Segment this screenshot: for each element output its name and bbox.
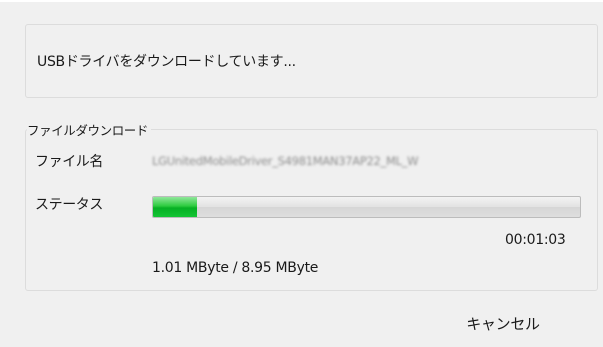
status-message: USBドライバをダウンロードしています... xyxy=(37,54,296,70)
download-progress-fill xyxy=(153,197,197,217)
download-progress-bar xyxy=(152,196,581,218)
cancel-button[interactable]: キャンセル xyxy=(430,306,576,340)
top-separator xyxy=(0,0,603,2)
file-name-value: LGUnitedMobileDriver_S4981MAN37AP22_ML_W xyxy=(152,154,419,168)
transfer-size: 1.01 MByte / 8.95 MByte xyxy=(152,260,319,276)
elapsed-time: 00:01:03 xyxy=(505,232,566,248)
file-name-label: ファイル名 xyxy=(35,154,103,170)
message-panel: USBドライバをダウンロードしています... xyxy=(25,24,598,98)
download-group-title: ファイルダウンロード xyxy=(27,120,152,139)
status-label: ステータス xyxy=(35,197,103,213)
